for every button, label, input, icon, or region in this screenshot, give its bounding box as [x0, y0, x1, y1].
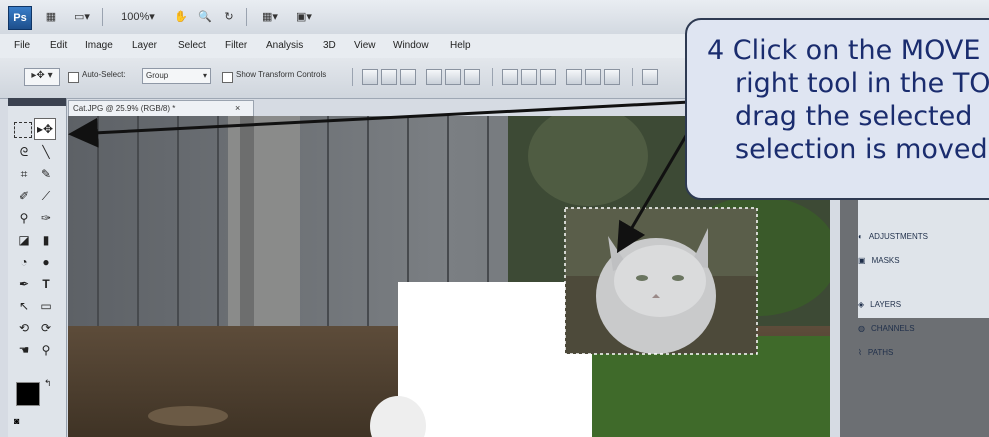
callout-text: 4 Click on the MOVE right tool in the TO… — [707, 34, 989, 166]
callout-line: drag the selected — [735, 101, 973, 132]
arrow-to-move-tool — [68, 100, 691, 148]
callout-line: selection is moved — [735, 134, 988, 165]
callout-line: 4 Click on the MOVE — [707, 35, 981, 66]
callout-line: right tool in the TO — [735, 68, 989, 99]
instruction-callout: 4 Click on the MOVE right tool in the TO… — [685, 18, 989, 200]
